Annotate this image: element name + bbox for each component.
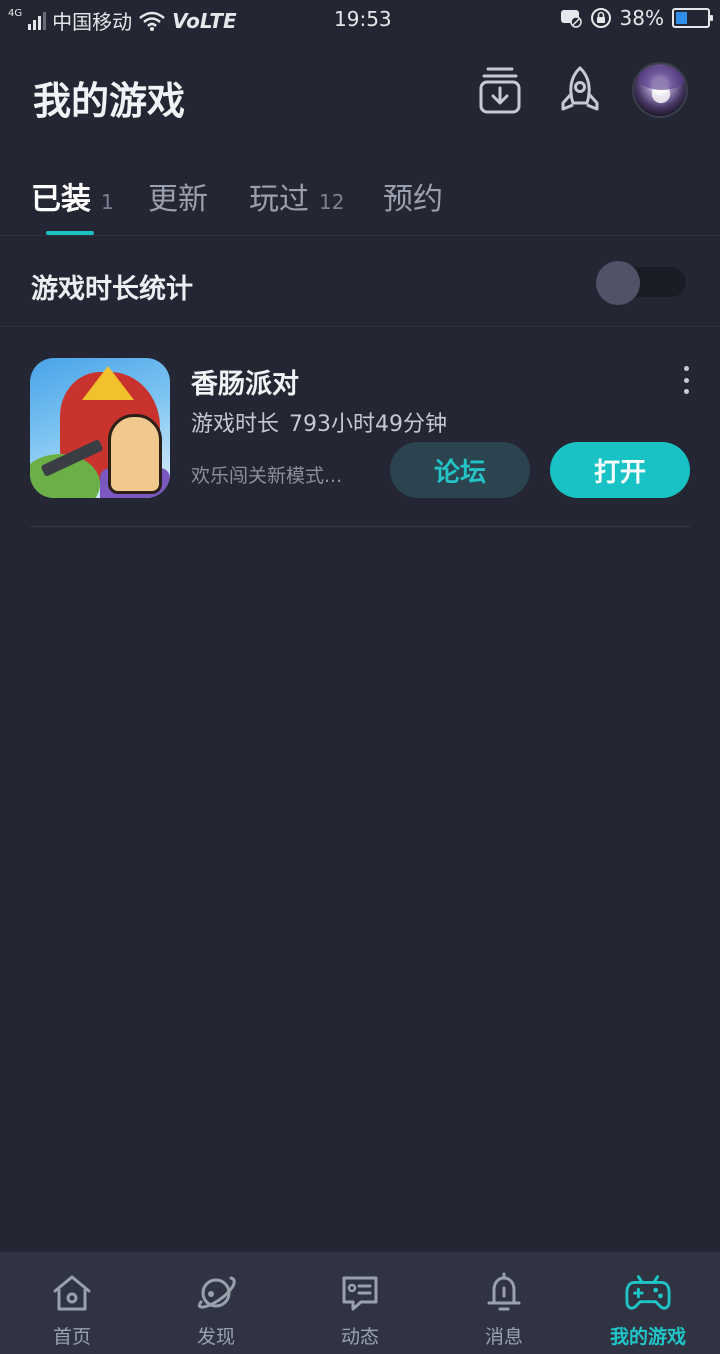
nav-label: 首页	[52, 1326, 91, 1348]
play-time-value: 793小时49分钟	[289, 412, 448, 437]
feed-icon	[342, 1276, 378, 1311]
download-manager-button[interactable]	[472, 62, 528, 118]
user-avatar[interactable]	[632, 62, 688, 118]
battery-level-fill	[676, 12, 688, 24]
network-type: 4G	[8, 8, 23, 19]
signal-icon	[28, 11, 47, 30]
tab-label: 玩过	[249, 182, 309, 217]
rotation-lock-icon	[590, 8, 611, 28]
tab-count: 1	[101, 190, 114, 214]
tab-label: 已装	[31, 182, 91, 217]
nav-label: 消息	[484, 1326, 523, 1348]
forum-button[interactable]: 论坛	[390, 442, 530, 498]
game-description: 欢乐闯关新模式...	[191, 465, 343, 487]
gamepad-icon	[625, 1275, 671, 1310]
bell-icon	[487, 1272, 521, 1311]
my-games-screen: 4G 中国移动 VoLTE 19:53 38% 我的游戏 已装 1 更新 玩过 …	[0, 0, 720, 1354]
volte-indicator: VoLTE	[172, 8, 237, 33]
tab-updates[interactable]: 更新	[148, 174, 208, 218]
status-bar: 4G 中国移动 VoLTE 19:53 38%	[0, 0, 720, 38]
nav-feed[interactable]: 动态	[288, 1252, 432, 1354]
nav-label: 发现	[196, 1326, 235, 1348]
tab-reserved[interactable]: 预约	[383, 174, 443, 218]
tab-label: 更新	[148, 182, 208, 217]
game-icon[interactable]	[30, 358, 170, 498]
open-game-button[interactable]: 打开	[550, 442, 690, 498]
active-tab-indicator	[46, 231, 94, 235]
home-icon	[53, 1275, 91, 1311]
battery-icon	[672, 8, 713, 28]
download-icon	[479, 67, 521, 114]
tab-count: 12	[319, 190, 345, 214]
speed-up-button[interactable]	[552, 62, 608, 118]
tab-label: 预约	[383, 182, 443, 217]
play-time-stats-label: 游戏时长统计	[31, 274, 193, 305]
status-time: 19:53	[334, 7, 392, 31]
play-time-label: 游戏时长	[191, 412, 280, 437]
play-time-stats-row: 游戏时长统计	[0, 237, 720, 327]
game-tabs: 已装 1 更新 玩过 12 预约	[0, 168, 720, 236]
nav-label: 我的游戏	[609, 1326, 686, 1348]
nav-home[interactable]: 首页	[0, 1252, 144, 1354]
nav-my-games[interactable]: 我的游戏	[576, 1252, 720, 1354]
game-list-item[interactable]: 香肠派对 游戏时长 793小时49分钟 欢乐闯关新模式... 论坛 打开	[30, 328, 690, 527]
tab-played[interactable]: 玩过 12	[249, 174, 344, 218]
message-blocked-icon	[560, 10, 582, 28]
carrier-name: 中国移动	[52, 10, 133, 34]
battery-percent: 38%	[619, 6, 664, 30]
more-options-icon[interactable]	[674, 366, 698, 394]
bottom-navigation: 首页 发现 动态 消息 我的游戏	[0, 1252, 720, 1354]
wifi-icon	[139, 11, 165, 31]
tab-installed[interactable]: 已装 1	[31, 174, 114, 218]
nav-label: 动态	[340, 1326, 379, 1348]
toggle-knob	[596, 261, 640, 305]
nav-discover[interactable]: 发现	[144, 1252, 288, 1354]
play-time-stats-toggle[interactable]	[596, 261, 686, 305]
game-title: 香肠派对	[191, 369, 299, 400]
nav-messages[interactable]: 消息	[432, 1252, 576, 1354]
game-play-time: 游戏时长 793小时49分钟	[191, 406, 447, 438]
rocket-icon	[561, 66, 599, 111]
page-title: 我的游戏	[33, 79, 186, 123]
planet-icon	[198, 1276, 236, 1309]
